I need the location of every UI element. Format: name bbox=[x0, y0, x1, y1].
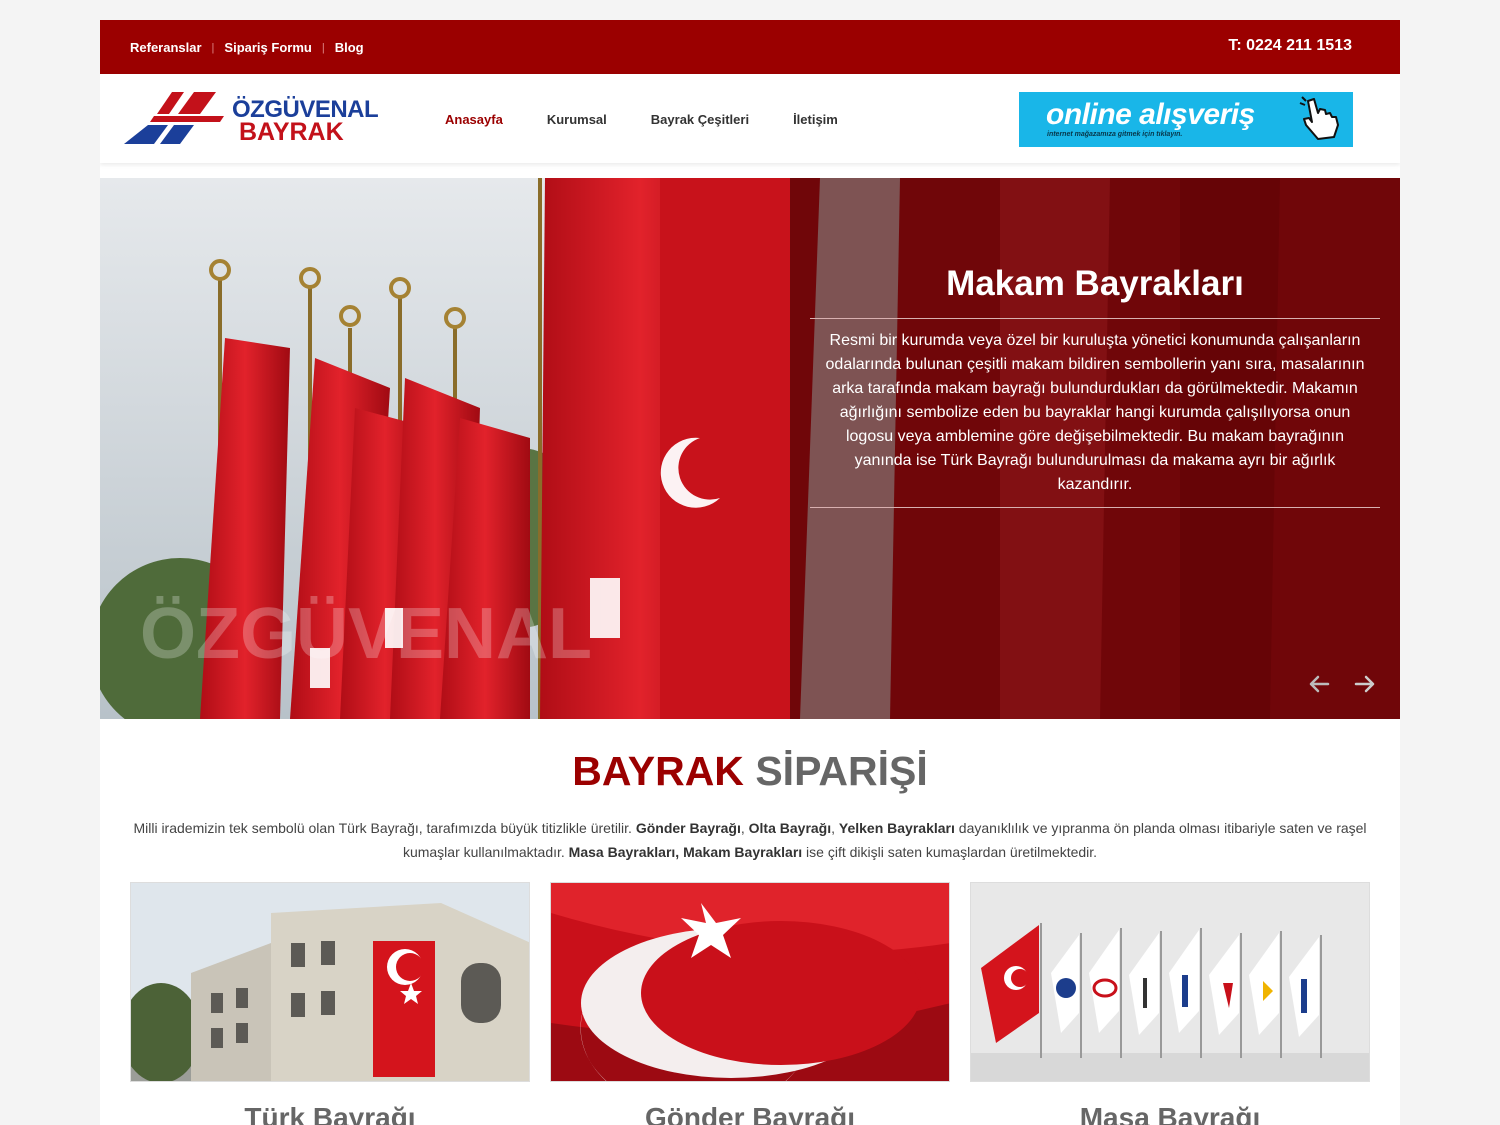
desc-text: ise çift dikişli saten kumaşlardan üreti… bbox=[802, 844, 1098, 860]
desc-bold-gonder: Gönder Bayrağı bbox=[635, 820, 741, 836]
pointer-hand-icon bbox=[1299, 96, 1339, 140]
logo-text-bayrak: BAYRAK bbox=[239, 118, 344, 146]
card-title[interactable]: Türk Bayrağı bbox=[130, 1102, 530, 1125]
top-link-referanslar[interactable]: Referanslar bbox=[130, 40, 202, 55]
slide-text: Resmi bir kurumda veya özel bir kuruluşt… bbox=[825, 332, 1365, 493]
section-title-part1: BAYRAK bbox=[572, 748, 744, 794]
divider bbox=[810, 507, 1380, 508]
palace-flag-image bbox=[131, 883, 529, 1081]
card-title[interactable]: Gönder Bayrağı bbox=[550, 1102, 950, 1125]
main-nav: Anasayfa Kurumsal Bayrak Çeşitleri İleti… bbox=[445, 112, 882, 127]
slide-caption: Makam Bayrakları Resmi bir kurumda veya … bbox=[790, 178, 1400, 719]
card-title[interactable]: Masa Bayrağı bbox=[970, 1102, 1370, 1125]
nav-item-iletisim[interactable]: İletişim bbox=[793, 112, 838, 127]
card-gonder-bayragi[interactable]: Gönder Bayrağı bbox=[550, 882, 950, 1125]
arrow-right-icon[interactable] bbox=[1352, 671, 1378, 697]
divider bbox=[810, 318, 1380, 319]
card-masa-bayragi[interactable]: Masa Bayrağı bbox=[970, 882, 1370, 1125]
top-link-siparis-formu[interactable]: Sipariş Formu bbox=[224, 40, 311, 55]
section-title: BAYRAK SİPARİŞİ bbox=[100, 748, 1400, 795]
waving-flag-image bbox=[551, 883, 949, 1081]
online-shop-banner[interactable]: online alışveriş internet mağazamıza git… bbox=[1019, 92, 1353, 147]
card-image-masa-bayragi[interactable] bbox=[970, 882, 1370, 1082]
card-image-turk-bayragi[interactable] bbox=[130, 882, 530, 1082]
desc-text: , bbox=[831, 820, 839, 836]
nav-item-bayrak-cesitleri[interactable]: Bayrak Çeşitleri bbox=[651, 112, 749, 127]
desc-text: , bbox=[740, 820, 749, 836]
arrow-left-icon[interactable] bbox=[1306, 671, 1332, 697]
desc-bold-yelken: Yelken Bayrakları bbox=[838, 820, 955, 836]
card-image-gonder-bayragi[interactable] bbox=[550, 882, 950, 1082]
desc-bold-olta: Olta Bayrağı bbox=[748, 820, 832, 836]
card-turk-bayragi[interactable]: Türk Bayrağı bbox=[130, 882, 530, 1125]
separator: | bbox=[211, 41, 215, 54]
section-description: Milli irademizin tek sembolü olan Türk B… bbox=[130, 816, 1370, 864]
top-link-blog[interactable]: Blog bbox=[335, 40, 364, 55]
separator: | bbox=[321, 41, 325, 54]
shop-banner-subtitle: internet mağazamıza gitmek için tıklayın… bbox=[1047, 131, 1183, 138]
product-cards: Türk Bayrağı Gönder Bayrağı Masa Bayrağı bbox=[130, 882, 1370, 1125]
nav-item-kurumsal[interactable]: Kurumsal bbox=[547, 112, 607, 127]
watermark-text: ÖZGÜVENAL bbox=[140, 594, 592, 674]
page: Referanslar | Sipariş Formu | Blog T: 02… bbox=[100, 20, 1400, 1125]
desc-text: Milli irademizin tek sembolü olan Türk B… bbox=[133, 820, 636, 836]
header: ÖZGÜVENAL BAYRAK Anasayfa Kurumsal Bayra… bbox=[100, 74, 1400, 163]
top-bar: Referanslar | Sipariş Formu | Blog T: 02… bbox=[100, 20, 1400, 74]
section-title-part2: SİPARİŞİ bbox=[755, 748, 928, 794]
desc-bold-masa-makam: Masa Bayrakları, Makam Bayrakları bbox=[568, 844, 803, 860]
site-logo[interactable]: ÖZGÜVENAL BAYRAK bbox=[124, 92, 379, 147]
hero-slider[interactable]: ÖZGÜVENAL Makam Bayrakları Resmi bir kur… bbox=[100, 178, 1400, 719]
top-links: Referanslar | Sipariş Formu | Blog bbox=[130, 40, 364, 55]
slide-title: Makam Bayrakları bbox=[946, 264, 1244, 303]
desk-flags-image bbox=[971, 883, 1369, 1081]
phone-number: T: 0224 211 1513 bbox=[1228, 37, 1352, 54]
nav-item-anasayfa[interactable]: Anasayfa bbox=[445, 112, 503, 127]
shop-banner-title: online alışveriş bbox=[1046, 98, 1255, 131]
